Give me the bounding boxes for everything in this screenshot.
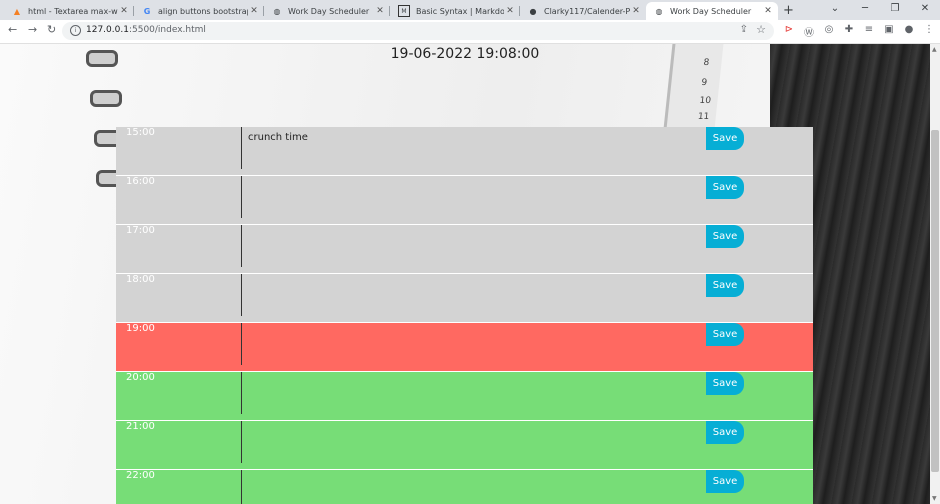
forward-icon[interactable]: → [28,23,37,36]
profile-avatar-icon[interactable]: ● [902,24,916,35]
event-textarea[interactable] [241,176,701,218]
close-tab-icon[interactable]: ✕ [762,6,774,16]
window-controls: ⌄ ─ ❐ ✕ [820,0,940,20]
site-info-icon[interactable]: i [70,25,81,36]
time-block-18: 18:00 Save [116,274,813,323]
scroll-down-icon[interactable]: ▼ [932,495,937,502]
hour-label: 19:00 [126,323,155,334]
tab-strip: ▲ html - Textarea max-width ✕ G align bu… [0,0,940,20]
hour-label: 21:00 [126,421,155,432]
save-button[interactable]: Save [706,470,744,493]
tab-title: Work Day Scheduler [288,6,370,16]
tab-title: align buttons bootstrap - G [158,6,248,16]
reload-icon[interactable]: ↻ [47,23,56,36]
bookmark-star-icon[interactable]: ☆ [756,23,766,36]
event-textarea[interactable] [241,274,701,316]
tab-1[interactable]: G align buttons bootstrap - G ✕ [134,2,264,20]
save-button[interactable]: Save [706,372,744,395]
scrollbar-thumb[interactable] [931,130,939,472]
time-block-16: 16:00 Save [116,176,813,225]
reading-list-icon[interactable]: ≡ [862,24,876,35]
ruler-mark: 9 [700,78,708,88]
markdown-icon: M [398,5,410,17]
share-icon[interactable]: ⇪ [740,24,748,35]
tab-title: html - Textarea max-width [28,6,118,16]
scheduler: 15:00 crunch time Save 16:00 Save 17:00 … [116,127,813,504]
page-scrollbar[interactable]: ▲ ▼ [930,44,940,504]
spiral-ring [90,90,122,107]
restore-icon[interactable]: ❐ [880,0,910,20]
current-datetime: 19-06-2022 19:08:00 [390,46,540,62]
close-tab-icon[interactable]: ✕ [504,6,516,16]
time-block-17: 17:00 Save [116,225,813,274]
time-block-21: 21:00 Save [116,421,813,470]
hour-label: 17:00 [126,225,155,236]
time-block-15: 15:00 crunch time Save [116,127,813,176]
url-path: :5500/index.html [128,25,206,35]
hour-label: 16:00 [126,176,155,187]
url-host: 127.0.0.1 [86,25,129,35]
close-window-icon[interactable]: ✕ [910,0,940,20]
event-textarea[interactable] [241,323,701,365]
save-button[interactable]: Save [706,323,744,346]
stackoverflow-icon: ▲ [13,6,21,16]
menu-icon[interactable]: ⋮ [922,24,936,35]
new-tab-button[interactable]: + [783,3,794,18]
close-tab-icon[interactable]: ✕ [118,6,130,16]
time-block-20: 20:00 Save [116,372,813,421]
scroll-up-icon[interactable]: ▲ [932,46,937,53]
tab-title: Basic Syntax | Markdown G [416,6,504,16]
event-textarea[interactable] [241,372,701,414]
hour-label: 15:00 [126,127,155,138]
url-text: 127.0.0.1:5500/index.html [86,25,206,35]
close-tab-icon[interactable]: ✕ [248,6,260,16]
save-button[interactable]: Save [706,176,744,199]
address-bar[interactable]: i 127.0.0.1:5500/index.html ⇪ ☆ [62,22,774,40]
event-textarea[interactable] [241,470,701,504]
save-button[interactable]: Save [706,225,744,248]
tab-2[interactable]: ◍ Work Day Scheduler ✕ [264,2,390,20]
tab-0[interactable]: ▲ html - Textarea max-width ✕ [4,2,134,20]
save-button[interactable]: Save [706,127,744,150]
time-block-22: 22:00 Save [116,470,813,504]
browser-toolbar: ← → ↻ i 127.0.0.1:5500/index.html ⇪ ☆ ⊳ … [0,20,940,44]
save-button[interactable]: Save [706,274,744,297]
tab-search-icon[interactable]: ⌄ [820,0,850,20]
time-block-19: 19:00 Save [116,323,813,372]
back-icon[interactable]: ← [8,23,17,36]
globe-icon: ◍ [273,6,281,16]
tab-title: Clarky117/Calender-Planne [544,6,630,16]
tab-4[interactable]: ● Clarky117/Calender-Planne ✕ [520,2,646,20]
close-tab-icon[interactable]: ✕ [630,6,642,16]
page-viewport: 8 9 10 11 19-06-2022 19:08:00 15:00 crun… [0,44,930,504]
hour-label: 18:00 [126,274,155,285]
extension-icon[interactable]: ◎ [822,24,836,35]
google-icon: G [143,6,151,16]
github-icon: ● [529,6,537,16]
minimize-icon[interactable]: ─ [850,0,880,20]
globe-icon: ◍ [655,6,663,16]
wordpress-icon[interactable]: Ⓦ [802,24,816,39]
tab-3[interactable]: M Basic Syntax | Markdown G ✕ [390,2,520,20]
close-tab-icon[interactable]: ✕ [374,6,386,16]
extension-icon[interactable]: ⊳ [782,24,796,35]
puzzle-icon[interactable]: ✚ [842,24,856,35]
event-textarea[interactable] [241,225,701,267]
tab-title: Work Day Scheduler [670,6,752,16]
hour-label: 20:00 [126,372,155,383]
save-button[interactable]: Save [706,421,744,444]
event-textarea[interactable] [241,421,701,463]
ruler-mark: 11 [697,112,710,122]
hour-label: 22:00 [126,470,155,481]
event-textarea[interactable]: crunch time [241,127,701,169]
side-panel-icon[interactable]: ▣ [882,24,896,35]
ruler-mark: 10 [698,96,712,106]
tab-5-active[interactable]: ◍ Work Day Scheduler ✕ [646,2,778,20]
